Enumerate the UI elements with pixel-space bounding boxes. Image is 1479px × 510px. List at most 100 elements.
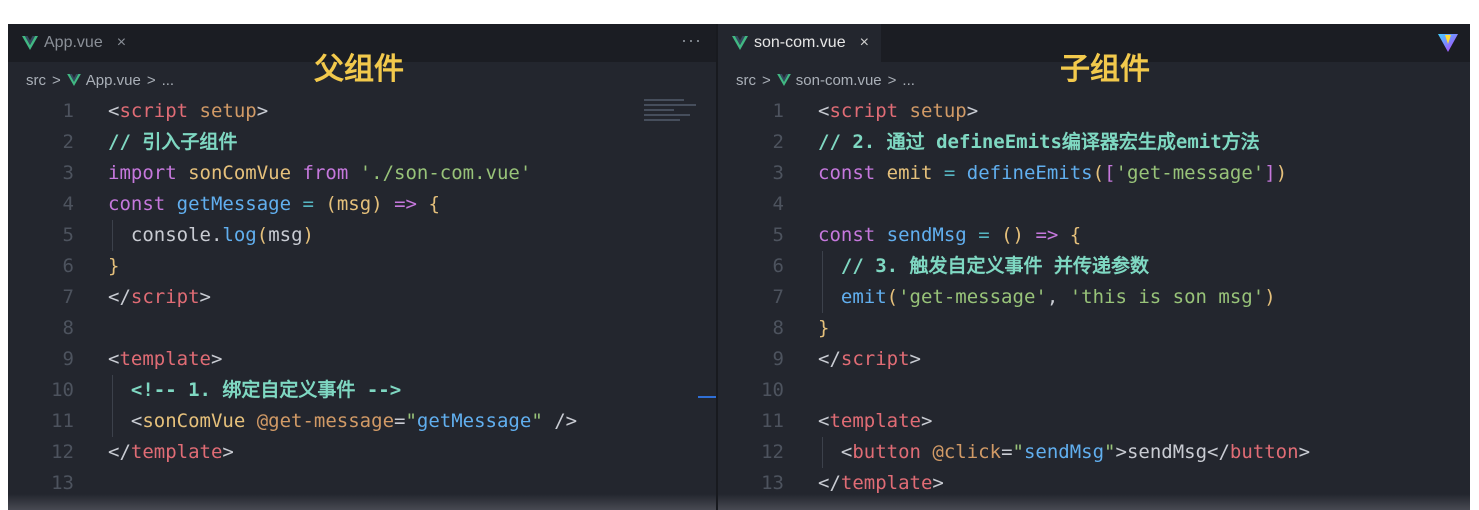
scrollbar-marker[interactable] <box>698 396 716 398</box>
right-editor-pane: son-com.vue × src > son-com.vue > ... 子组… <box>718 24 1470 510</box>
more-actions-icon[interactable]: ··· <box>681 30 702 51</box>
minimap-line <box>644 109 674 111</box>
code-token: > <box>966 100 979 122</box>
code-line[interactable]: 2 // 引入子组件 <box>8 127 716 158</box>
code-text: <template> <box>818 406 932 437</box>
code-token: > <box>920 410 933 432</box>
code-token: < <box>818 100 830 122</box>
code-token: // 3. 触发自定义事件 并传递参数 <box>818 255 1149 277</box>
code-line[interactable]: 5 const sendMsg = () => { <box>718 220 1470 251</box>
breadcrumb-ellipsis[interactable]: ... <box>902 72 915 89</box>
code-text: const sendMsg = () => { <box>818 220 1081 251</box>
minimap-line <box>644 119 680 121</box>
code-token: } <box>818 317 830 339</box>
code-line[interactable]: 5 console.log(msg) <box>8 220 716 251</box>
vite-logo-icon[interactable] <box>1438 34 1458 52</box>
code-line[interactable]: 10 <box>718 375 1470 406</box>
left-editor-pane: App.vue × ··· src > App.vue > ... 父组件 1 <… <box>8 24 716 510</box>
code-token: sonComVue <box>142 410 246 432</box>
code-line[interactable]: 12 </template> <box>8 437 716 468</box>
breadcrumb-src[interactable]: src <box>736 72 756 89</box>
code-line[interactable]: 3 import sonComVue from './son-com.vue' <box>8 158 716 189</box>
code-text: <!-- 1. 绑定自定义事件 --> <box>108 375 401 406</box>
line-number: 7 <box>62 286 74 308</box>
code-line[interactable]: 6} <box>8 251 716 282</box>
code-line[interactable]: 11 <template> <box>718 406 1470 437</box>
code-token: button <box>1229 441 1299 463</box>
breadcrumb-file[interactable]: App.vue <box>86 72 141 89</box>
code-token: template <box>119 348 211 370</box>
breadcrumb-ellipsis[interactable]: ... <box>162 72 175 89</box>
line-number: 6 <box>772 255 784 277</box>
minimap[interactable] <box>644 96 702 130</box>
tab-son-com-vue[interactable]: son-com.vue × <box>718 24 881 62</box>
code-editor[interactable]: 1 <script setup> 2// 2. 通过 defineEmits编译器宏… <box>718 96 1470 499</box>
code-line[interactable]: 3 const emit = defineEmits(['get-message'… <box>718 158 1470 189</box>
line-number: 12 <box>51 441 74 463</box>
code-token: emit <box>886 162 933 184</box>
code-token: // 引入子组件 <box>108 131 238 153</box>
code-line[interactable]: 8} <box>718 313 1470 344</box>
breadcrumb-src[interactable]: src <box>26 72 46 89</box>
code-token: ( <box>1092 162 1105 184</box>
code-token: sonComVue <box>188 162 292 184</box>
breadcrumb-file[interactable]: son-com.vue <box>796 72 882 89</box>
code-line[interactable]: 4 <box>718 189 1470 220</box>
code-token: < <box>818 410 830 432</box>
code-text: import sonComVue from './son-com.vue' <box>108 158 531 189</box>
code-token: // 2. 通过 defineEmits编译器宏生成emit方法 <box>818 131 1260 153</box>
code-text: <button @click="sendMsg">sendMsg</button… <box>818 437 1310 468</box>
tab-app-vue[interactable]: App.vue × <box>8 24 139 62</box>
code-token: [ <box>1104 162 1116 184</box>
close-icon[interactable]: × <box>860 34 869 52</box>
code-line[interactable]: 7 emit('get-message', 'this is son msg') <box>718 282 1470 313</box>
code-token: } <box>108 255 120 277</box>
code-text: <script setup> <box>108 96 268 127</box>
bottom-fade <box>8 494 716 510</box>
code-line[interactable]: 12 <button @click="sendMsg">sendMsg</but… <box>718 437 1470 468</box>
close-icon[interactable]: × <box>117 34 126 52</box>
code-token: > <box>256 100 269 122</box>
code-token: 'this is son msg' <box>1069 286 1265 308</box>
code-line[interactable]: 2 // 2. 通过 defineEmits编译器宏生成emit方法 <box>718 127 1470 158</box>
line-number: 3 <box>772 162 784 184</box>
code-line[interactable]: 9 </script> <box>718 344 1470 375</box>
parent-component-annotation: 父组件 <box>314 52 404 87</box>
code-line[interactable]: 6 // 3. 触发自定义事件 并传递参数 <box>718 251 1470 282</box>
code-text: // 2. 通过 defineEmits编译器宏生成emit方法 <box>818 127 1260 158</box>
code-line[interactable]: 11 <sonComVue @get-message="getMessage" … <box>8 406 716 437</box>
code-token: </ <box>108 286 131 308</box>
code-token: > <box>222 441 234 463</box>
code-token: msg <box>336 193 372 215</box>
code-line[interactable]: 7 </script> <box>8 282 716 313</box>
code-token: . <box>210 224 223 246</box>
code-line[interactable]: 9 <template> <box>8 344 716 375</box>
code-token: const <box>818 162 876 184</box>
code-token: { <box>1069 224 1082 246</box>
chevron-right-icon: > <box>887 71 897 89</box>
code-text: const emit = defineEmits(['get-message']… <box>818 158 1287 189</box>
code-token: import <box>108 162 177 184</box>
code-token: ) <box>371 193 383 215</box>
code-line[interactable]: 4 const getMessage = (msg) => { <box>8 189 716 220</box>
code-line[interactable]: 10 <!-- 1. 绑定自定义事件 --> <box>8 375 716 406</box>
tab-label: App.vue <box>44 34 103 51</box>
code-editor[interactable]: 1 <script setup> 2// 引入子组件 3 import sonComVu… <box>8 96 716 499</box>
line-number: 10 <box>51 379 74 401</box>
code-token: ( <box>256 224 269 246</box>
code-token: </ <box>108 441 131 463</box>
code-token: const <box>108 193 166 215</box>
code-line[interactable]: 1 <script setup> <box>718 96 1470 127</box>
code-token: => <box>1035 224 1059 246</box>
code-text: // 引入子组件 <box>108 127 237 158</box>
code-line[interactable]: 8 <box>8 313 716 344</box>
code-line[interactable]: 1 <script setup> <box>8 96 716 127</box>
code-token: </ <box>818 348 841 370</box>
